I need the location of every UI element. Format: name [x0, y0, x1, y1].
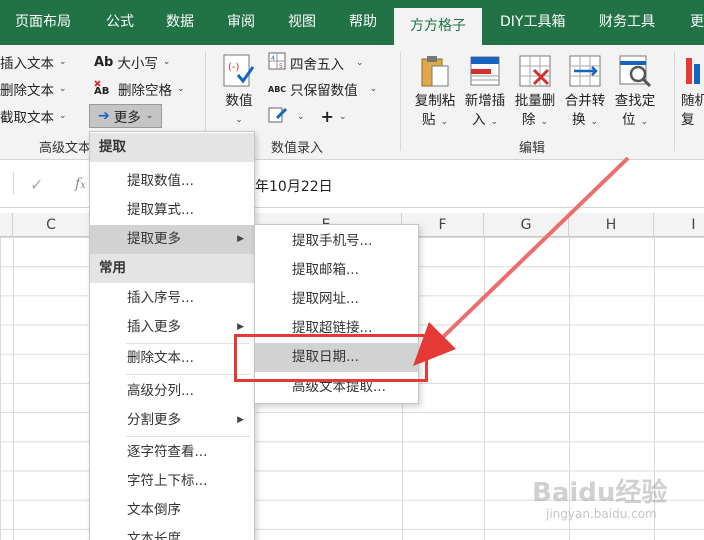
pointer-arrow-icon [413, 156, 630, 366]
watermark-logo: Baidu经验 [532, 478, 668, 508]
excel-window: { "tabs": ["页面布局","公式","数据","审阅","视图","帮… [0, 0, 704, 540]
watermark-url: jingyan.baidu.com [546, 507, 657, 521]
